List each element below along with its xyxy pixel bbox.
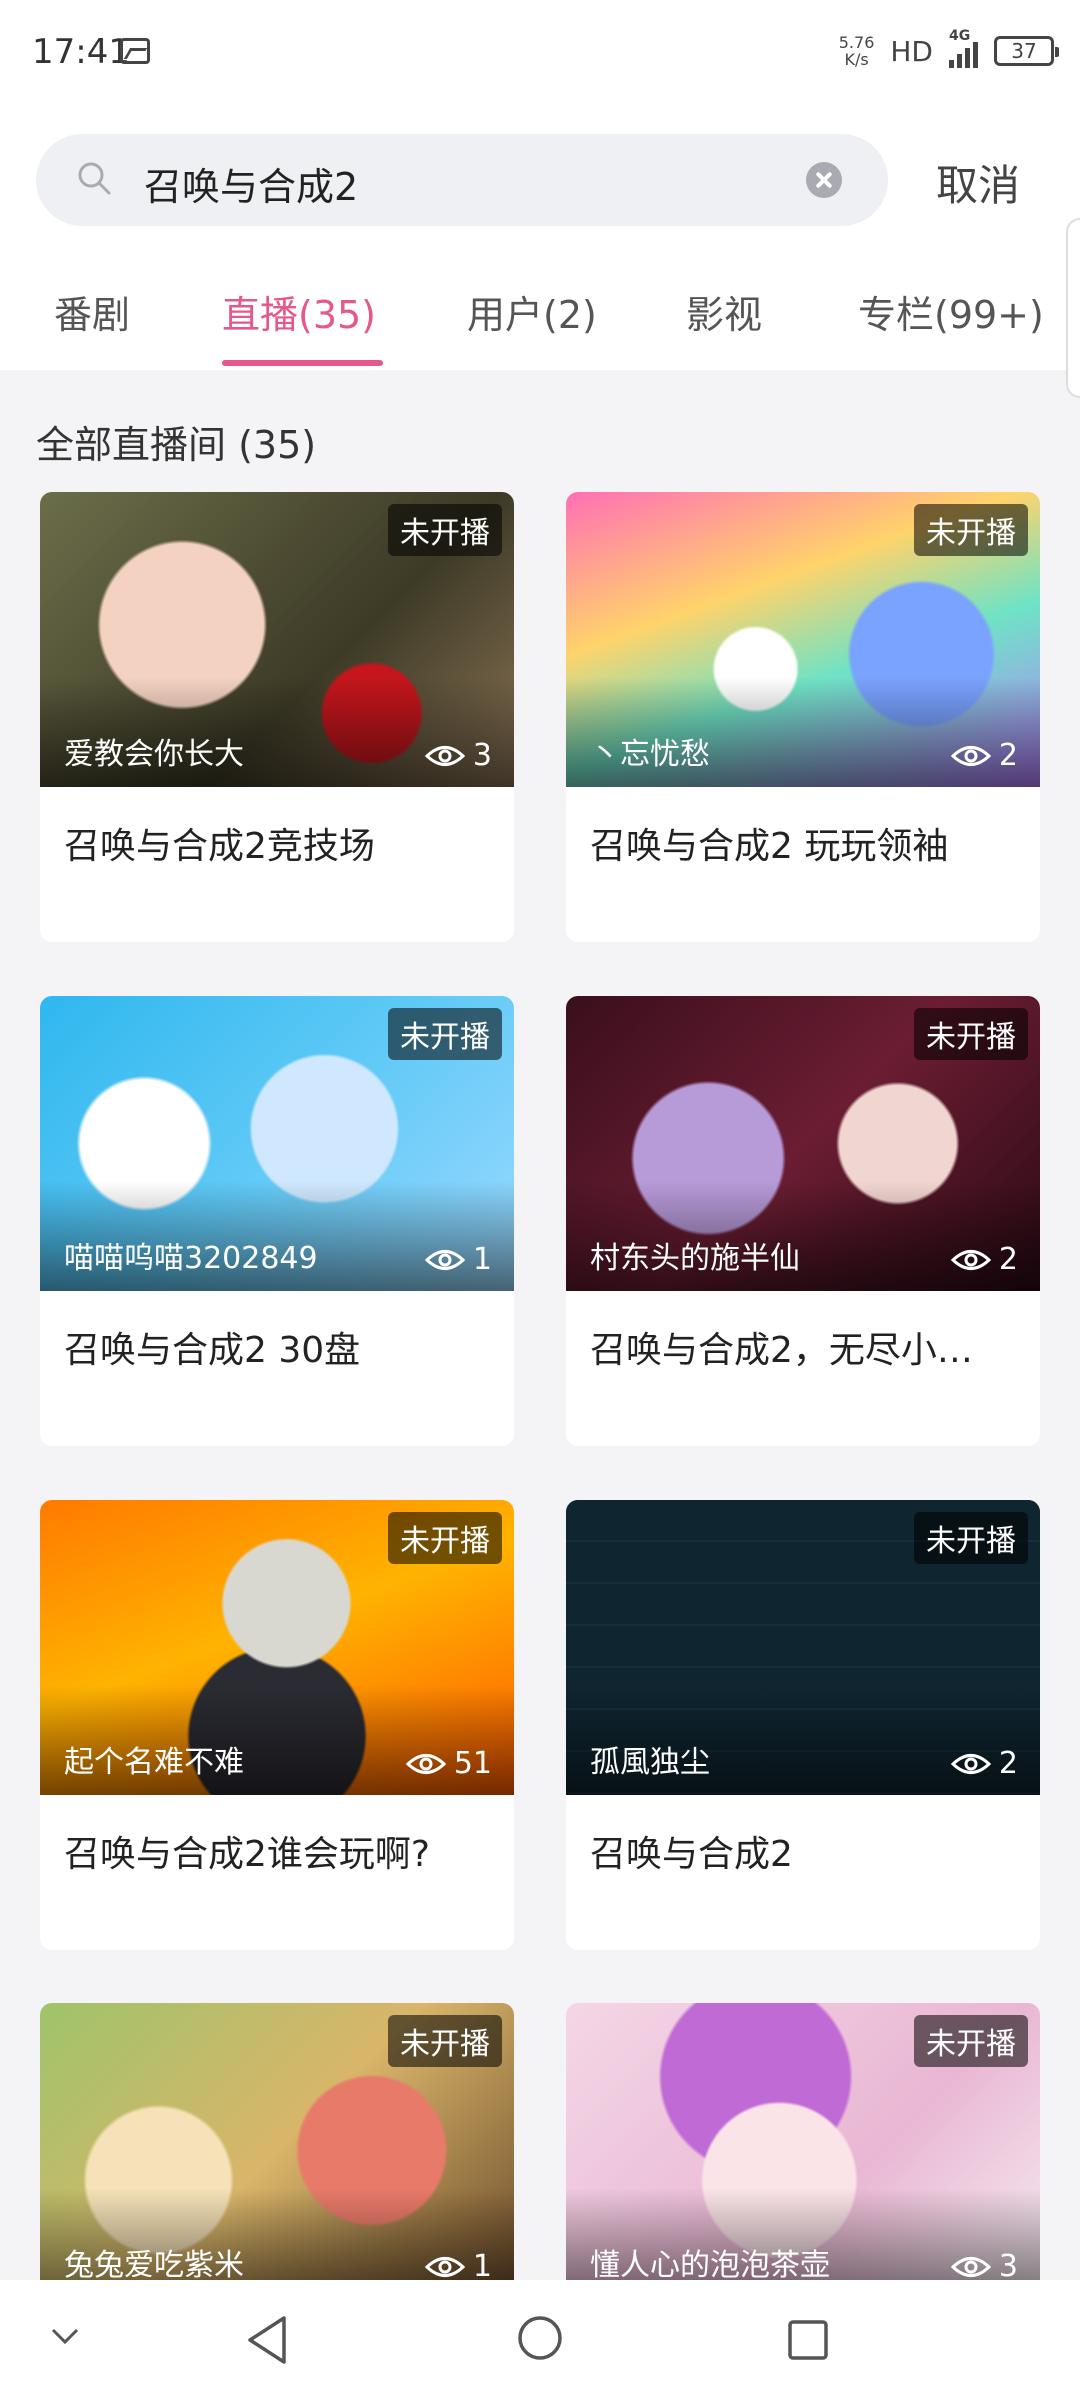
battery-level: 37	[1011, 39, 1037, 63]
status-badge: 未开播	[388, 1008, 502, 1060]
cancel-button[interactable]: 取消	[936, 152, 1020, 213]
gallery-notification-icon	[120, 38, 150, 64]
tab-articles[interactable]: 专栏(99+)	[858, 284, 1044, 339]
live-room-card[interactable]: 未开播 爱教会你长大 3 召唤与合成2竞技场	[40, 492, 514, 942]
view-count-value: 1	[472, 2249, 492, 2284]
home-icon[interactable]	[516, 2314, 564, 2362]
back-icon[interactable]	[244, 2314, 290, 2366]
tab-users[interactable]: 用户(2)	[467, 284, 597, 339]
live-title: 召唤与合成2	[590, 1834, 793, 1875]
hd-indicator: HD	[890, 34, 933, 68]
eye-icon	[950, 745, 991, 766]
status-badge: 未开播	[914, 1008, 1028, 1060]
live-title: 召唤与合成2 30盘	[64, 1330, 361, 1371]
tab-live[interactable]: 直播(35)	[222, 284, 376, 339]
live-title: 召唤与合成2谁会玩啊?	[64, 1834, 431, 1875]
search-header: 召唤与合成2 取消	[0, 110, 1080, 250]
uploader-name: 喵喵呜喵3202849	[64, 1241, 318, 1276]
live-room-card[interactable]: 未开播 起个名难不难 51 召唤与合成2谁会玩啊?	[40, 1500, 514, 1950]
category-tabs: 番剧 直播(35) 用户(2) 影视 专栏(99+)	[0, 250, 1080, 370]
uploader-name: 懂人心的泡泡茶壶	[590, 2248, 830, 2283]
network-speed-value: 5.76	[838, 33, 875, 52]
view-count: 2	[950, 1242, 1018, 1277]
view-count: 1	[424, 1242, 492, 1277]
eye-icon	[424, 745, 465, 766]
uploader-name: 兔兔爱吃紫米	[64, 2248, 244, 2283]
recents-icon[interactable]	[786, 2318, 830, 2362]
uploader-name: 村东头的施半仙	[590, 1241, 800, 1276]
tab-indicator	[222, 360, 383, 366]
live-cover: 未开播 孤風独尘 2	[566, 1500, 1040, 1795]
network-speed: 5.76 K/s	[839, 34, 875, 68]
live-title: 召唤与合成2，无尽小…	[590, 1330, 973, 1371]
view-count-value: 2	[998, 1746, 1018, 1781]
live-cover: 未开播 喵喵呜喵3202849 1	[40, 996, 514, 1291]
live-cover: 未开播 懂人心的泡泡茶壶 3	[566, 2003, 1040, 2298]
search-input[interactable]: 召唤与合成2	[36, 134, 888, 226]
section-title: 全部直播间 (35)	[36, 423, 317, 467]
live-title: 召唤与合成2竞技场	[64, 826, 375, 867]
eye-icon	[405, 1753, 446, 1774]
chevron-down-icon[interactable]	[50, 2326, 80, 2346]
uploader-name: 丶忘忧愁	[590, 737, 710, 772]
status-bar: 17:41 5.76 K/s HD 4G 37	[0, 0, 1080, 110]
view-count-value: 2	[998, 738, 1018, 773]
status-badge: 未开播	[388, 504, 502, 556]
clear-icon[interactable]	[806, 162, 842, 198]
status-badge: 未开播	[388, 2015, 502, 2067]
network-type: 4G	[949, 28, 971, 44]
view-count: 2	[950, 1746, 1018, 1781]
eye-icon	[950, 1249, 991, 1270]
uploader-name: 爱教会你长大	[64, 737, 244, 772]
network-speed-unit: K/s	[844, 50, 869, 69]
view-count: 3	[424, 738, 492, 773]
status-time: 17:41	[32, 32, 130, 72]
view-count: 2	[950, 738, 1018, 773]
eye-icon	[424, 2256, 465, 2277]
live-cover: 未开播 丶忘忧愁 2	[566, 492, 1040, 787]
status-badge: 未开播	[388, 1512, 502, 1564]
view-count-value: 51	[453, 1746, 492, 1781]
live-room-card[interactable]: 未开播 村东头的施半仙 2 召唤与合成2，无尽小…	[566, 996, 1040, 1446]
view-count: 51	[405, 1746, 492, 1781]
uploader-name: 起个名难不难	[64, 1745, 244, 1780]
view-count-value: 1	[472, 1242, 492, 1277]
status-badge: 未开播	[914, 2015, 1028, 2067]
signal-icon: 4G	[949, 28, 978, 68]
eye-icon	[424, 1249, 465, 1270]
live-cover: 未开播 兔兔爱吃紫米 1	[40, 2003, 514, 2298]
view-count-value: 3	[998, 2249, 1018, 2284]
uploader-name: 孤風独尘	[590, 1745, 710, 1780]
live-room-card[interactable]: 未开播 孤風独尘 2 召唤与合成2	[566, 1500, 1040, 1950]
edge-panel-handle[interactable]	[1066, 218, 1080, 398]
search-query: 召唤与合成2	[144, 165, 359, 209]
status-indicators: 5.76 K/s HD 4G 37	[839, 28, 1059, 68]
status-badge: 未开播	[914, 504, 1028, 556]
live-cover: 未开播 爱教会你长大 3	[40, 492, 514, 787]
eye-icon	[950, 2256, 991, 2277]
view-count: 3	[950, 2249, 1018, 2284]
tab-bangumi[interactable]: 番剧	[54, 284, 130, 339]
view-count-value: 3	[472, 738, 492, 773]
battery-icon: 37	[994, 36, 1059, 66]
tab-film[interactable]: 影视	[686, 284, 762, 339]
system-nav-bar	[0, 2280, 1080, 2400]
live-cover: 未开播 村东头的施半仙 2	[566, 996, 1040, 1291]
view-count-value: 2	[998, 1242, 1018, 1277]
view-count: 1	[424, 2249, 492, 2284]
eye-icon	[950, 1753, 991, 1774]
live-title: 召唤与合成2 玩玩领袖	[590, 826, 949, 867]
status-badge: 未开播	[914, 1512, 1028, 1564]
live-room-card[interactable]: 未开播 丶忘忧愁 2 召唤与合成2 玩玩领袖	[566, 492, 1040, 942]
live-cover: 未开播 起个名难不难 51	[40, 1500, 514, 1795]
search-icon	[78, 162, 111, 195]
live-room-card[interactable]: 未开播 喵喵呜喵3202849 1 召唤与合成2 30盘	[40, 996, 514, 1446]
